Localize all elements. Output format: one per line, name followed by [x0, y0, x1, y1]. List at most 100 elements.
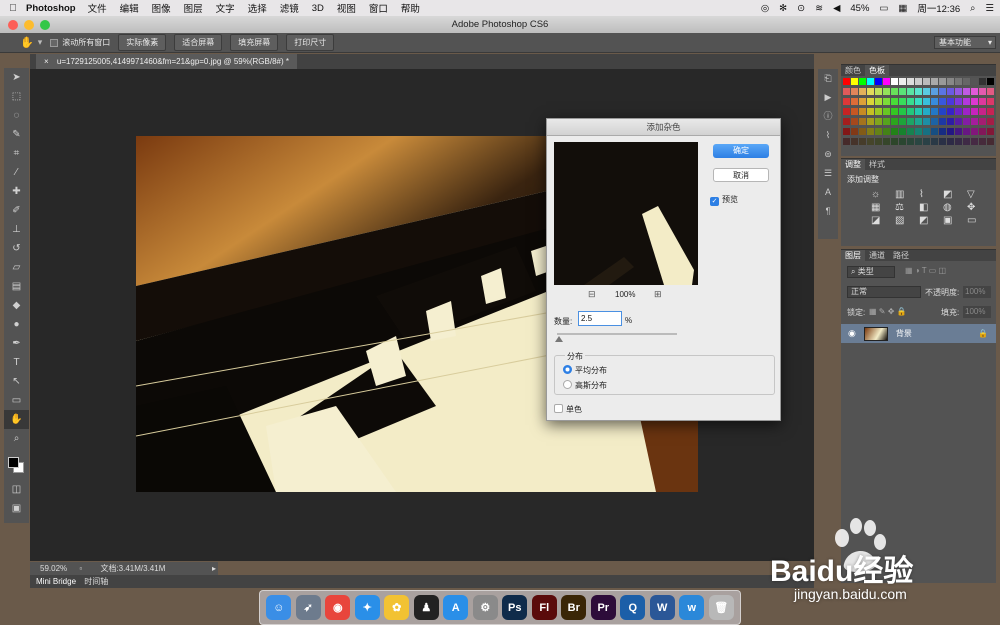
- swatch[interactable]: [939, 128, 946, 135]
- swatch[interactable]: [843, 128, 850, 135]
- swatch[interactable]: [875, 88, 882, 95]
- swatch[interactable]: [979, 128, 986, 135]
- vibrance-icon[interactable]: ▽: [967, 189, 985, 200]
- document-tab[interactable]: × u=1729125005,4149971460&fm=21&gp=0.jpg…: [36, 54, 297, 69]
- swatch[interactable]: [979, 98, 986, 105]
- swatch[interactable]: [859, 118, 866, 125]
- swatch[interactable]: [987, 78, 994, 85]
- swatch[interactable]: [851, 138, 858, 145]
- swatch[interactable]: [859, 98, 866, 105]
- preview-toggle[interactable]: ✓ 预览: [710, 194, 738, 206]
- swatch[interactable]: [955, 118, 962, 125]
- swatch[interactable]: [971, 78, 978, 85]
- swatch[interactable]: [883, 98, 890, 105]
- swatch[interactable]: [907, 118, 914, 125]
- properties-panel-icon[interactable]: ☰: [818, 164, 838, 183]
- notification-center-icon[interactable]: ☰: [985, 3, 994, 14]
- amount-slider-track[interactable]: [557, 333, 677, 335]
- swatch[interactable]: [907, 78, 914, 85]
- wunderlist-icon[interactable]: w: [679, 595, 705, 620]
- tab-swatches[interactable]: 色板: [865, 65, 889, 76]
- swatch[interactable]: [851, 88, 858, 95]
- swatch[interactable]: [963, 118, 970, 125]
- screen-capture-icon[interactable]: ⊙: [797, 3, 805, 14]
- swatch[interactable]: [851, 98, 858, 105]
- flash-icon[interactable]: Fl: [531, 595, 557, 620]
- swatch[interactable]: [939, 78, 946, 85]
- swatch[interactable]: [875, 118, 882, 125]
- menu-select[interactable]: 选择: [248, 1, 267, 15]
- path-select-tool-icon[interactable]: ↖: [4, 372, 29, 391]
- swatch[interactable]: [883, 128, 890, 135]
- monochrome-checkbox[interactable]: [554, 404, 563, 413]
- swatch[interactable]: [843, 108, 850, 115]
- actual-pixels-button[interactable]: 实际像素: [118, 34, 167, 51]
- swatch[interactable]: [843, 88, 850, 95]
- scroll-all-windows-checkbox[interactable]: [50, 38, 59, 47]
- tab-channels[interactable]: 通道: [865, 250, 889, 261]
- swatch[interactable]: [891, 98, 898, 105]
- amount-input[interactable]: [578, 311, 622, 326]
- chrome-icon[interactable]: ◉: [325, 595, 351, 620]
- swatch[interactable]: [971, 118, 978, 125]
- photoshop-icon[interactable]: Ps: [502, 595, 528, 620]
- swatch[interactable]: [859, 138, 866, 145]
- photo-filter-icon[interactable]: ◍: [943, 202, 961, 213]
- export-icon[interactable]: ▫: [79, 564, 82, 573]
- swatch[interactable]: [915, 128, 922, 135]
- swatch[interactable]: [931, 88, 938, 95]
- swatch[interactable]: [931, 108, 938, 115]
- swatch[interactable]: [987, 98, 994, 105]
- swatch[interactable]: [875, 138, 882, 145]
- levels-icon[interactable]: ▥: [895, 189, 913, 200]
- lasso-tool-icon[interactable]: ◌: [4, 106, 29, 125]
- swatch[interactable]: [867, 108, 874, 115]
- swatch[interactable]: [963, 138, 970, 145]
- menu-layer[interactable]: 图层: [184, 1, 203, 15]
- qq-icon[interactable]: ♟: [413, 595, 439, 620]
- swatch[interactable]: [979, 88, 986, 95]
- hand-tool-icon[interactable]: ✋: [20, 36, 34, 49]
- channel-mixer-icon[interactable]: ✥: [967, 202, 985, 213]
- swatch[interactable]: [987, 118, 994, 125]
- layer-row-background[interactable]: ◉ 背景 🔒: [841, 324, 996, 343]
- curves-icon[interactable]: ⌇: [919, 189, 937, 200]
- volume-icon[interactable]: ◀: [833, 3, 840, 14]
- flag-icon[interactable]: ▦: [898, 3, 907, 14]
- uniform-radio[interactable]: [563, 365, 572, 374]
- swatch[interactable]: [939, 108, 946, 115]
- swatch[interactable]: [915, 88, 922, 95]
- exposure-icon[interactable]: ◩: [943, 189, 961, 200]
- crop-tool-icon[interactable]: ⌗: [4, 144, 29, 163]
- swatch[interactable]: [891, 88, 898, 95]
- gaussian-option[interactable]: 高斯分布: [563, 380, 607, 391]
- launchpad-icon[interactable]: ➶: [295, 595, 321, 620]
- swatch[interactable]: [851, 118, 858, 125]
- swatch[interactable]: [923, 118, 930, 125]
- swatch[interactable]: [955, 98, 962, 105]
- zoom-window-button[interactable]: [40, 20, 50, 30]
- swatch[interactable]: [931, 118, 938, 125]
- history-panel-icon[interactable]: ⎗: [818, 69, 838, 88]
- menu-view[interactable]: 视图: [337, 1, 356, 15]
- character-panel-icon[interactable]: A: [818, 183, 838, 202]
- zoom-out-icon[interactable]: ⊟: [588, 289, 596, 300]
- menu-3d[interactable]: 3D: [312, 3, 324, 14]
- swatch[interactable]: [987, 108, 994, 115]
- threshold-icon[interactable]: ◩: [919, 215, 937, 226]
- swatch[interactable]: [875, 78, 882, 85]
- swatch[interactable]: [843, 78, 850, 85]
- swatch[interactable]: [931, 128, 938, 135]
- spotlight-icon[interactable]: ⌕: [970, 3, 975, 14]
- swatch[interactable]: [899, 128, 906, 135]
- premiere-icon[interactable]: Pr: [590, 595, 616, 620]
- invert-icon[interactable]: ◪: [871, 215, 889, 226]
- swatch[interactable]: [947, 78, 954, 85]
- swatch[interactable]: [867, 128, 874, 135]
- swatch[interactable]: [947, 108, 954, 115]
- swatch[interactable]: [955, 128, 962, 135]
- swatch[interactable]: [899, 138, 906, 145]
- swatch[interactable]: [915, 138, 922, 145]
- swatch[interactable]: [987, 138, 994, 145]
- menu-filter[interactable]: 滤镜: [280, 1, 299, 15]
